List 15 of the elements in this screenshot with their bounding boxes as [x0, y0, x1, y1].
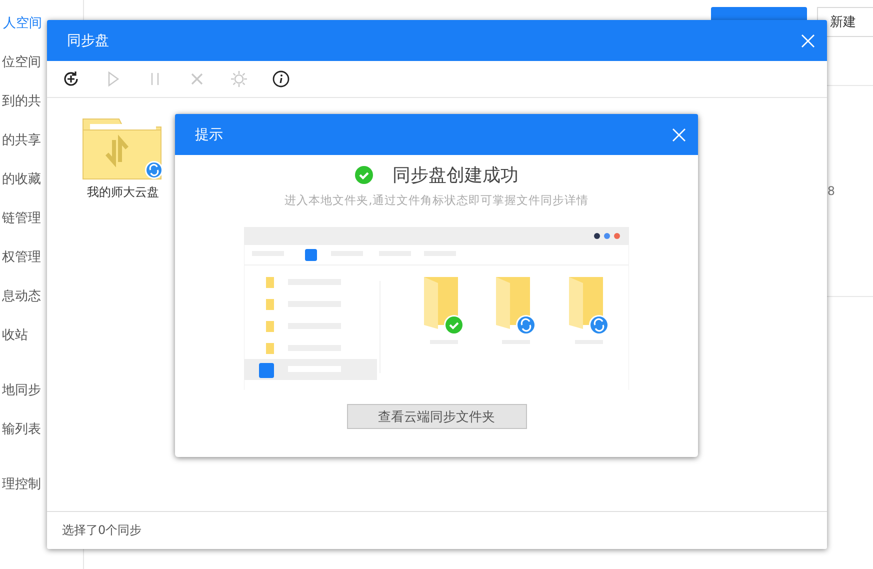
- add-sync-icon[interactable]: [61, 69, 81, 89]
- success-icon: [354, 166, 372, 184]
- dialog-title: 提示: [195, 126, 223, 144]
- folder-icon[interactable]: [82, 118, 164, 180]
- dialog-title: 同步盘: [67, 32, 109, 50]
- folder-name: 我的师大云盘: [87, 184, 159, 201]
- close-icon[interactable]: [672, 128, 686, 142]
- info-icon[interactable]: [271, 69, 291, 89]
- success-heading: 同步盘创建成功: [392, 164, 518, 187]
- close-icon[interactable]: [801, 34, 815, 48]
- new-button[interactable]: 新建: [817, 7, 873, 37]
- hint-text: 进入本地文件夹,通过文件角标状态即可掌握文件同步详情: [284, 193, 588, 208]
- status-text: 选择了0个同步: [62, 522, 142, 539]
- table-cell: 8: [827, 184, 835, 198]
- view-folder-button[interactable]: 查看云端同步文件夹: [346, 404, 526, 429]
